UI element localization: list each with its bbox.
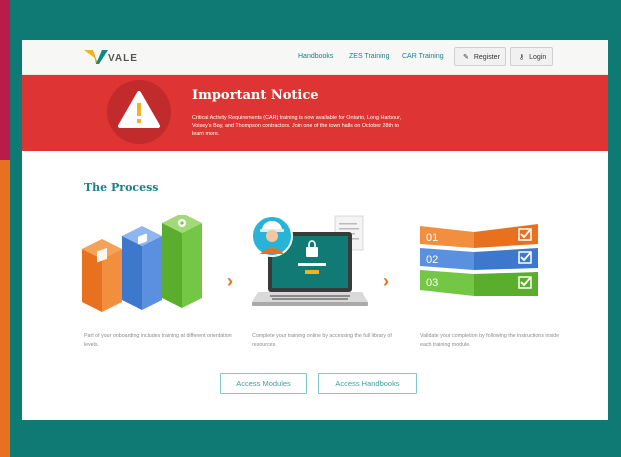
nav-car-training[interactable]: CAR Training: [402, 53, 444, 60]
chevron-right-icon-2: ›: [383, 271, 389, 291]
warning-badge: [107, 80, 171, 144]
access-modules-button[interactable]: Access Modules: [220, 373, 307, 394]
notice-title: Important Notice: [192, 88, 319, 103]
vale-logo-icon[interactable]: [84, 48, 108, 66]
brand-name: VALE: [108, 53, 138, 64]
login-label: Login: [529, 54, 547, 61]
access-handbooks-button[interactable]: Access Handbooks: [318, 373, 417, 394]
step-number-3: 03: [426, 277, 438, 289]
step-number-2: 02: [426, 254, 438, 266]
step-number-1: 01: [426, 232, 438, 244]
top-navigation-bar: VALE Handbooks ZES Training CAR Training…: [22, 40, 608, 75]
login-button[interactable]: ⚷ Login: [510, 47, 553, 66]
validation-steps-illustration: 01 02 03: [420, 224, 538, 296]
nav-zes-training[interactable]: ZES Training: [349, 53, 389, 60]
left-edge-accent: [0, 0, 10, 160]
orientation-levels-illustration: [82, 215, 202, 312]
step-caption-2: Complete your training online by accessi…: [252, 333, 392, 348]
warning-triangle-icon: [118, 91, 160, 128]
chevron-right-icon: ›: [227, 271, 233, 291]
notice-body: Critical Activity Requirements (CAR) tra…: [192, 115, 402, 137]
step-caption-3: Validate your completion by following th…: [420, 333, 560, 348]
important-notice-banner: Important Notice Critical Activity Requi…: [22, 75, 608, 151]
process-title: The Process: [84, 181, 159, 194]
register-button[interactable]: ✎ Register: [454, 47, 506, 66]
page-frame: VALE Handbooks ZES Training CAR Training…: [22, 40, 608, 420]
step-caption-1: Part of your onboarding includes trainin…: [84, 333, 232, 348]
laptop-training-illustration: [251, 215, 368, 306]
register-label: Register: [473, 54, 500, 61]
key-icon: ⚷: [519, 54, 525, 61]
nav-handbooks[interactable]: Handbooks: [298, 53, 333, 60]
left-edge-accent-lower: [0, 160, 10, 457]
pencil-icon: ✎: [463, 54, 469, 61]
